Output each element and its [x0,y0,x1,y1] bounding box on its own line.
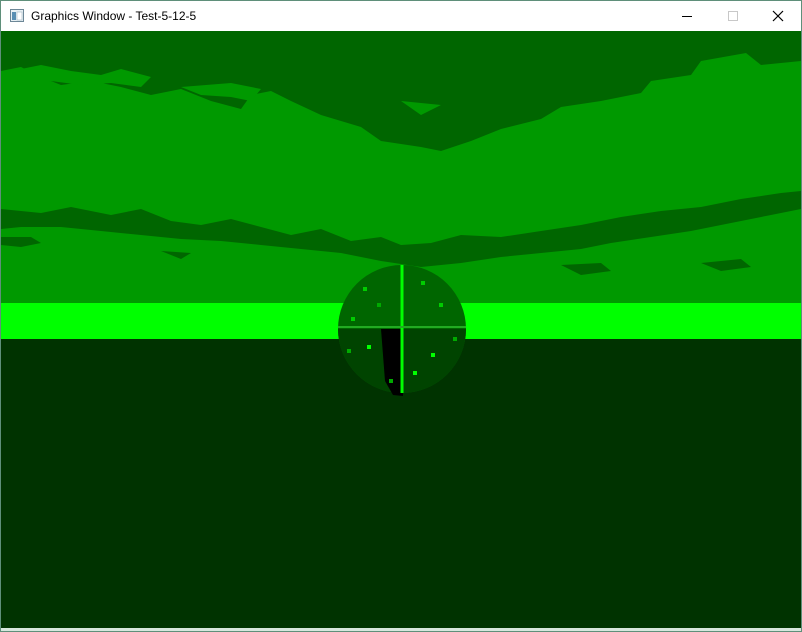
close-button[interactable] [755,1,801,31]
maximize-icon [728,11,738,21]
window-title: Graphics Window - Test-5-12-5 [31,9,197,23]
minimize-icon [682,16,692,17]
render-viewport[interactable] [1,31,801,628]
scene-canvas[interactable] [1,31,801,628]
window-bottom-border [1,628,801,631]
minimize-button[interactable] [664,1,710,31]
title-bar[interactable]: Graphics Window - Test-5-12-5 [1,1,801,31]
close-icon [772,10,784,22]
maximize-button[interactable] [710,1,756,31]
app-window-icon[interactable] [10,9,24,22]
graphics-window: Graphics Window - Test-5-12-5 [0,0,802,632]
